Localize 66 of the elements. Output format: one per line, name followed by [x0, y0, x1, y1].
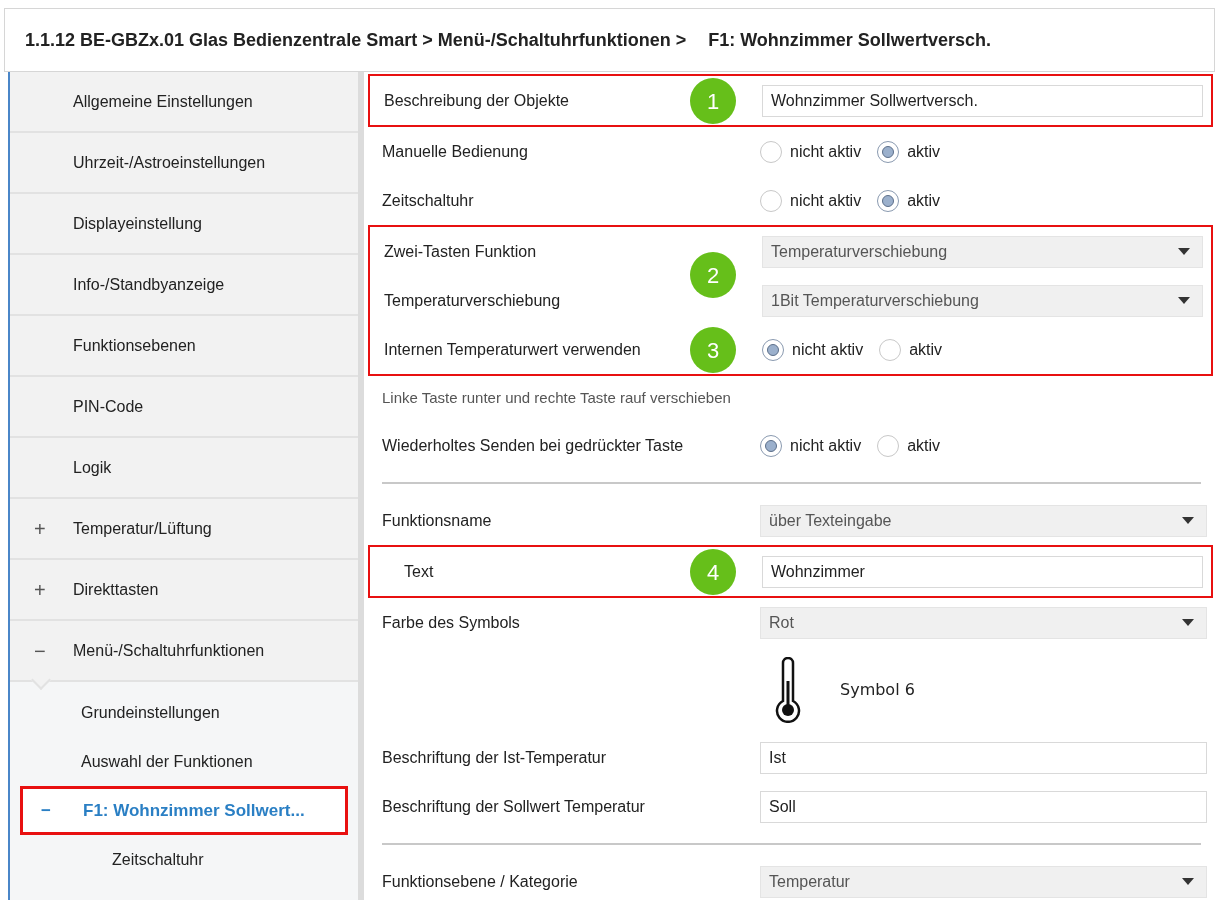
radio-option[interactable]: nicht aktiv: [760, 188, 862, 213]
caret-icon: [1182, 878, 1194, 885]
parameter-label: Temperaturverschiebung: [384, 290, 561, 311]
dropdown[interactable]: Temperaturverschiebung: [762, 235, 1203, 268]
breadcrumb: 1.1.12 BE-GBZx.01 Glas Bedienzentrale Smart > Menü-/Schaltuhrfunktionen >: [25, 28, 687, 52]
sidebar-item[interactable]: Grundeinstellungen: [81, 700, 220, 725]
radio-button[interactable]: [877, 189, 900, 212]
dropdown[interactable]: Temperatur: [760, 865, 1207, 898]
sidebar-item[interactable]: Logik: [10, 438, 358, 499]
dropdown[interactable]: Rot: [760, 606, 1207, 639]
parameter-label: Wiederholtes Senden bei gedrückter Taste: [382, 435, 684, 456]
radio-button[interactable]: [760, 140, 782, 163]
radio-button[interactable]: [877, 140, 900, 163]
sidebar-item[interactable]: Funktionsebenen: [10, 316, 358, 377]
parameter-label: Manuelle Bedienung: [382, 141, 528, 162]
radio-button[interactable]: [760, 434, 782, 457]
radio-option[interactable]: nicht aktiv: [760, 433, 862, 458]
radio-option[interactable]: nicht aktiv: [760, 139, 862, 164]
sidebar-item[interactable]: Allgemeine Einstellungen: [10, 72, 358, 133]
parameter-label: Zeitschaltuhr: [382, 190, 474, 211]
number-badge: 4: [690, 549, 736, 595]
parameter-label: Funktionsebene / Kategorie: [382, 871, 578, 892]
caret-icon: [1178, 248, 1190, 255]
caret-icon: [1182, 619, 1194, 626]
sidebar-item[interactable]: Displayeinstellung: [10, 194, 358, 255]
symbol-caption: Symbol 6: [840, 679, 915, 701]
page-title: F1: Wohnzimmer Sollwertversch.: [708, 28, 991, 52]
parameter-label: Zwei-Tasten Funktion: [384, 241, 537, 262]
sidebar-item[interactable]: − F1: Wohnzimmer Sollwert...: [20, 786, 348, 835]
radio-button[interactable]: [762, 338, 784, 361]
sidebar-item[interactable]: + Direkttasten: [10, 560, 358, 621]
sidebar-item[interactable]: Info-/Standbyanzeige: [10, 255, 358, 316]
radio-button[interactable]: [760, 189, 782, 212]
input-field[interactable]: Ist: [760, 741, 1207, 774]
thermometer-icon: [774, 657, 802, 723]
input-field[interactable]: Soll: [760, 790, 1207, 823]
number-badge: 2: [690, 252, 736, 298]
radio-option[interactable]: aktiv: [879, 337, 943, 362]
radio-option[interactable]: aktiv: [877, 433, 941, 458]
parameter-label: Funktionsname: [382, 510, 492, 531]
radio-option[interactable]: aktiv: [877, 139, 941, 164]
caret-icon: [1178, 297, 1190, 304]
radio-button[interactable]: [879, 338, 902, 361]
radio-option[interactable]: aktiv: [877, 188, 941, 213]
caret-icon: [1182, 517, 1194, 524]
input-field[interactable]: Wohnzimmer: [762, 555, 1203, 588]
sidebar-item[interactable]: + Temperatur/Lüftung: [10, 499, 358, 560]
parameter-label: Beschriftung der Ist-Temperatur: [382, 747, 607, 768]
parameter-label: Beschreibung der Objekte: [384, 90, 569, 111]
sidebar-item[interactable]: Uhrzeit-/Astroeinstellungen: [10, 133, 358, 194]
dropdown[interactable]: 1Bit Temperaturverschiebung: [762, 284, 1203, 317]
sidebar-item[interactable]: Auswahl der Funktionen: [81, 749, 253, 774]
sidebar-item[interactable]: − Menü-/Schaltuhrfunktionen: [10, 621, 358, 682]
parameter-label: Text: [403, 561, 434, 582]
radio-button[interactable]: [877, 434, 900, 457]
input-field[interactable]: Wohnzimmer Sollwertversch.: [762, 84, 1203, 117]
parameter-label: Internen Temperaturwert verwenden: [384, 339, 641, 360]
hint-text: Linke Taste runter und rechte Taste rauf verschieben: [382, 388, 731, 409]
parameter-label: Farbe des Symbols: [382, 612, 520, 633]
parameter-label: Beschriftung der Sollwert Temperatur: [382, 796, 645, 817]
number-badge: 3: [690, 327, 736, 373]
dropdown[interactable]: über Texteingabe: [760, 504, 1207, 537]
radio-option[interactable]: nicht aktiv: [762, 337, 864, 362]
sidebar-item[interactable]: PIN-Code: [10, 377, 358, 438]
sidebar-item[interactable]: Zeitschaltuhr: [112, 847, 204, 872]
number-badge: 1: [690, 78, 736, 124]
